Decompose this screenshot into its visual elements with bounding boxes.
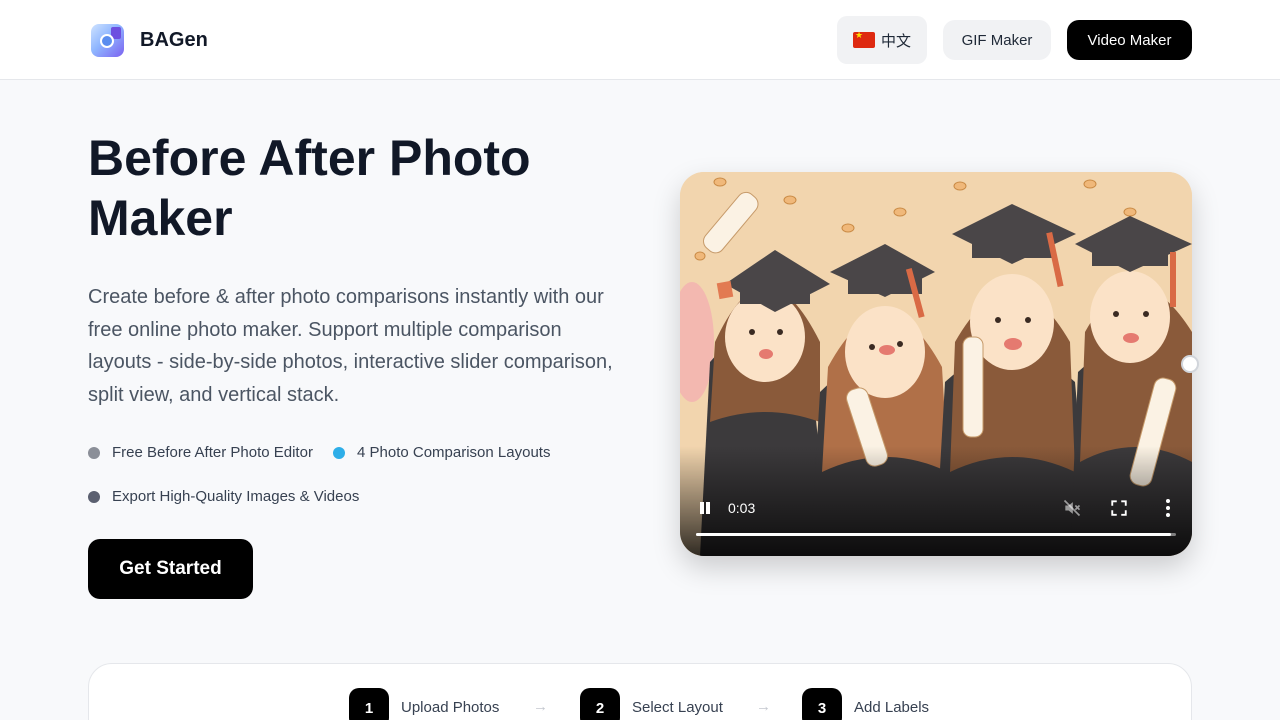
feature-label: Free Before After Photo Editor: [112, 444, 313, 461]
hero-description: Create before & after photo comparisons …: [88, 286, 613, 406]
video-maker-button[interactable]: Video Maker: [1067, 20, 1192, 60]
feature-item: Free Before After Photo Editor: [88, 444, 313, 461]
step-label: Upload Photos: [401, 699, 500, 716]
feature-label: 4 Photo Comparison Layouts: [357, 444, 551, 461]
feature-label: Export High-Quality Images & Videos: [112, 488, 360, 505]
china-flag-icon: [852, 30, 875, 48]
step-number: 3: [802, 688, 842, 720]
feature-item: Export High-Quality Images & Videos: [88, 488, 359, 505]
brand-name[interactable]: BAGen: [140, 28, 208, 52]
slider-handle[interactable]: [1181, 355, 1199, 373]
language-label: 中文: [880, 32, 911, 50]
video-progress-bar[interactable]: [696, 533, 1176, 536]
more-vert-icon[interactable]: [1160, 498, 1176, 518]
site-header: BAGen 中文 GIF Maker Video Maker: [0, 0, 1280, 80]
step-number: 1: [349, 688, 389, 720]
feature-dot: [88, 490, 100, 503]
fullscreen-icon[interactable]: [1110, 499, 1128, 517]
step-label: Select Layout: [632, 699, 723, 716]
feature-dot: [88, 446, 100, 459]
feature-item: 4 Photo Comparison Layouts: [333, 444, 550, 461]
mute-icon[interactable]: [1062, 498, 1082, 518]
step-label: Add Labels: [854, 699, 930, 716]
feature-dot: [333, 446, 345, 459]
logo-aperture: [100, 34, 114, 48]
gif-maker-button[interactable]: GIF Maker: [943, 20, 1051, 60]
video-progress-fill: [696, 533, 1172, 536]
arrow-right-icon: →: [533, 698, 548, 715]
aperture-logo-icon[interactable]: [91, 24, 124, 57]
video-time: 0:03: [728, 500, 756, 516]
demo-video-player[interactable]: 0:03: [680, 172, 1192, 556]
arrow-right-icon: →: [756, 698, 771, 715]
language-switch-button[interactable]: 中文: [837, 16, 927, 64]
get-started-button[interactable]: Get Started: [88, 539, 253, 599]
page-title: Before After Photo Maker: [88, 130, 531, 246]
step-number: 2: [580, 688, 620, 720]
pause-icon[interactable]: [698, 501, 712, 515]
